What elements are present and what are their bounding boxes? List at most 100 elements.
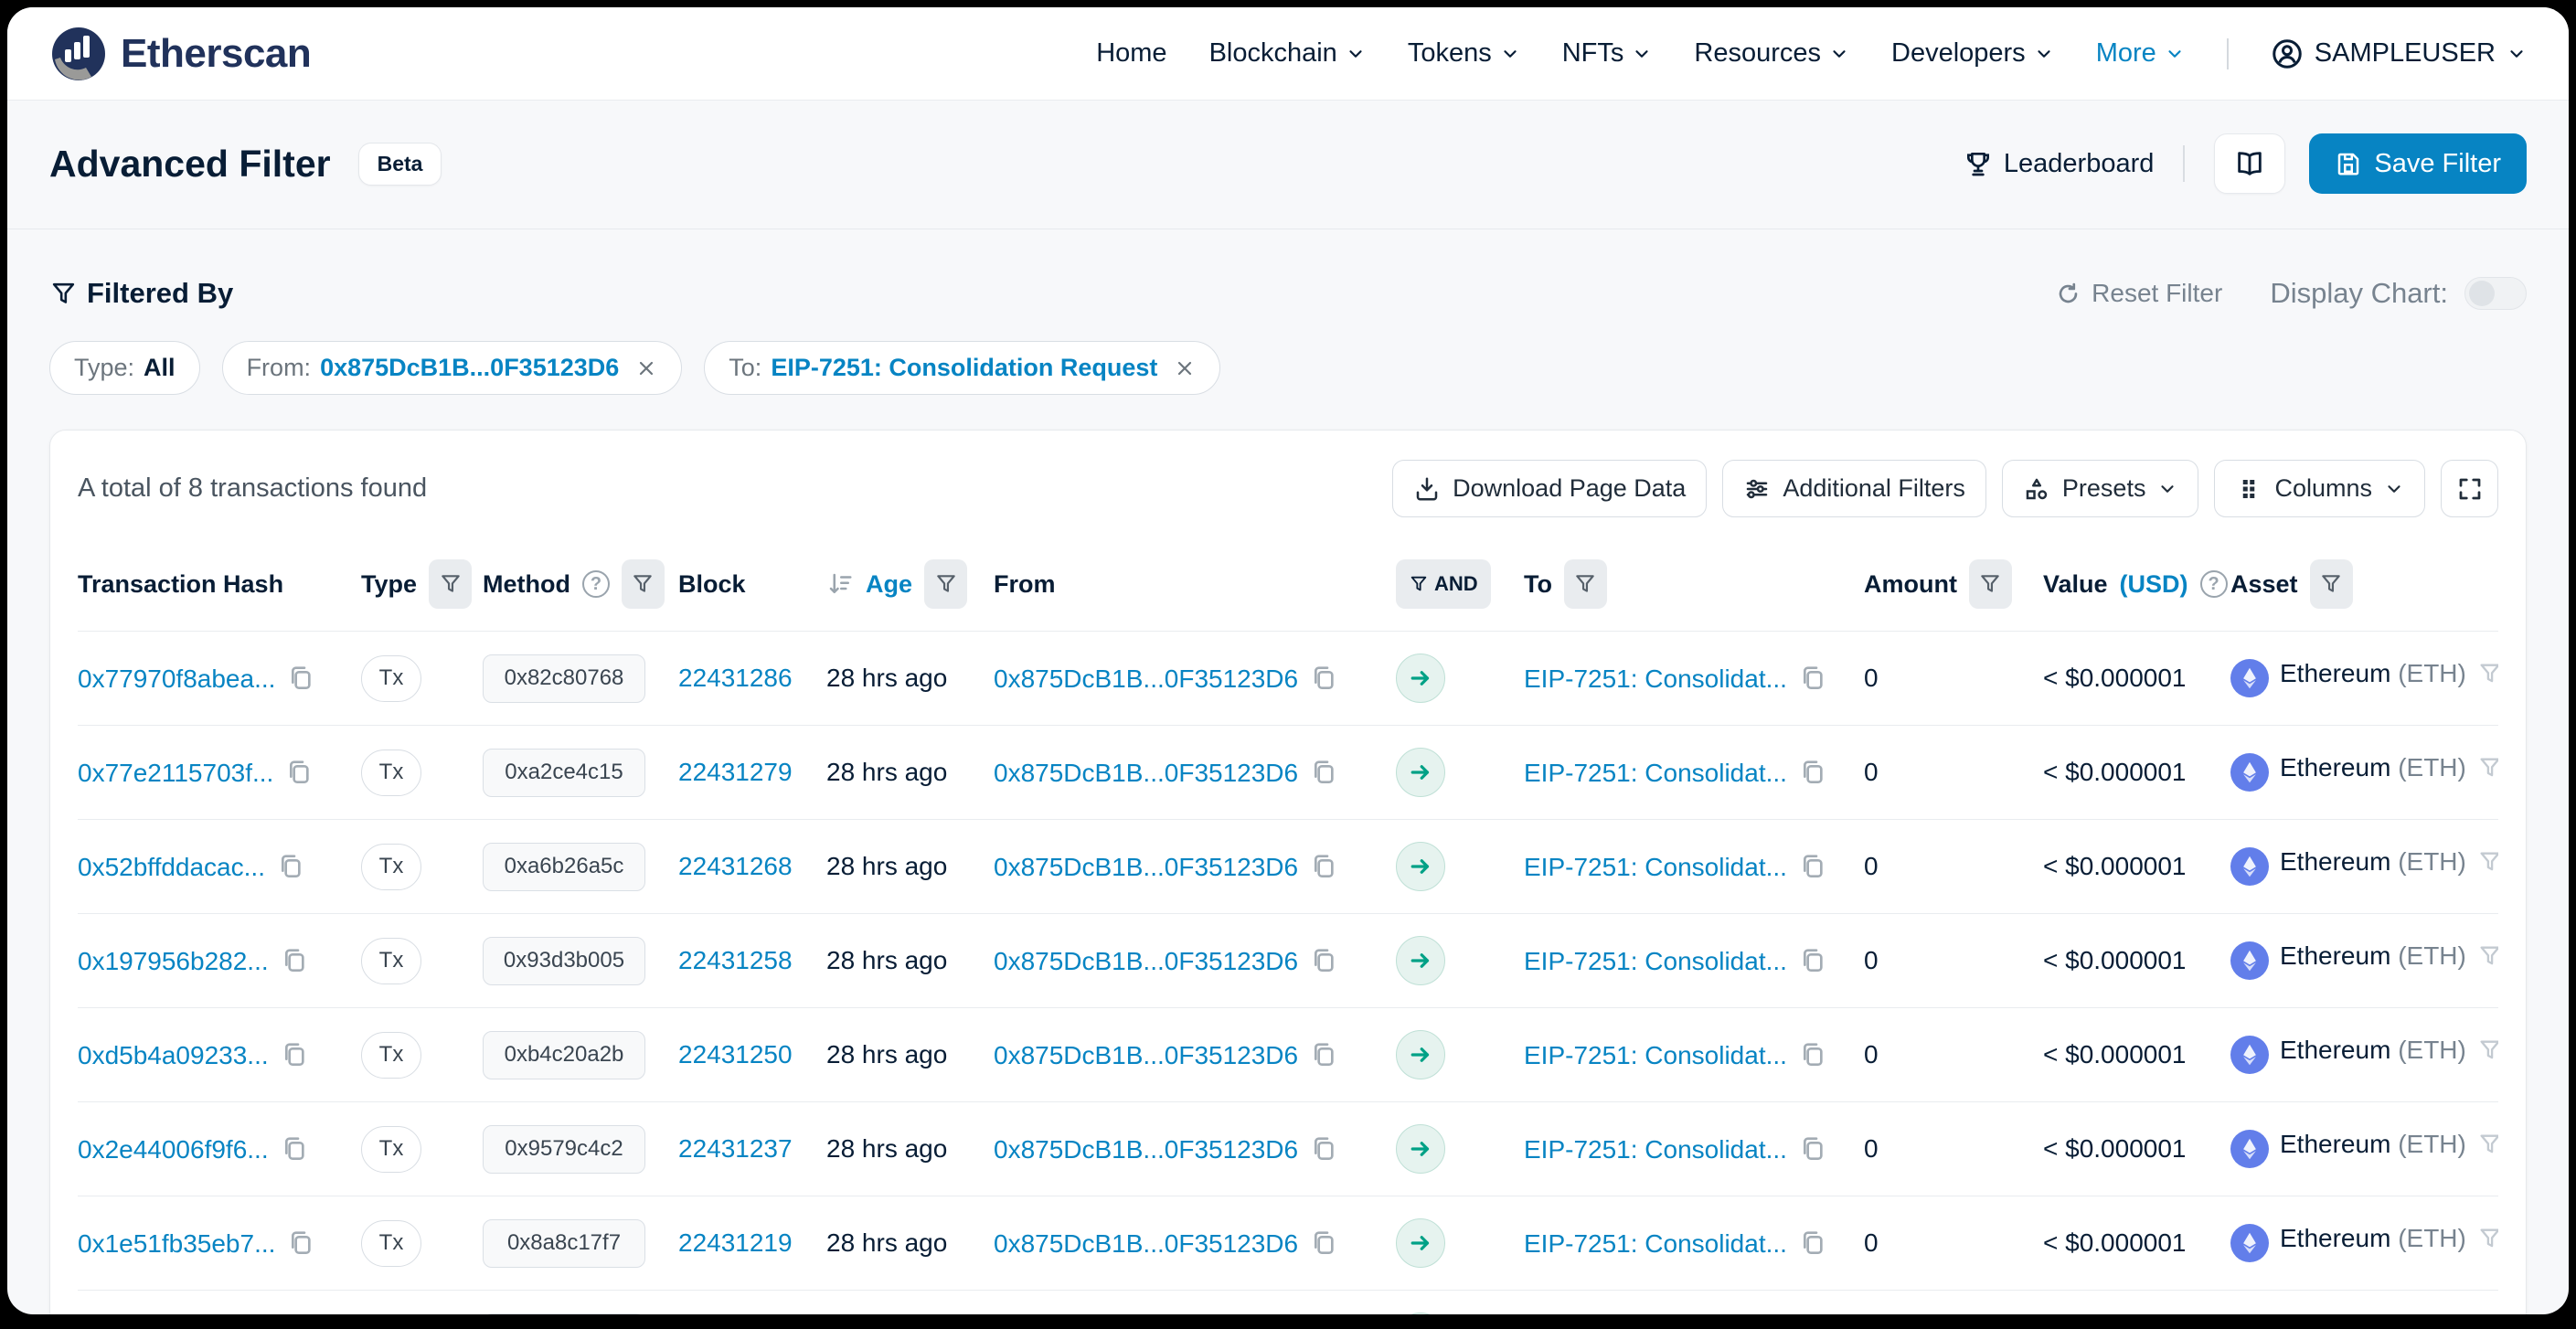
from-address-link[interactable]: 0x875DcB1B...0F35123D6 xyxy=(994,947,1298,975)
remove-from-filter-button[interactable] xyxy=(635,357,657,379)
copy-from-button[interactable] xyxy=(1309,852,1338,881)
copy-hash-button[interactable] xyxy=(286,1228,315,1258)
asset-row-filter-button[interactable] xyxy=(2477,849,2498,875)
amount-filter-button[interactable] xyxy=(1969,559,2012,609)
copy-hash-button[interactable] xyxy=(280,1134,309,1164)
to-address-link[interactable]: EIP-7251: Consolidat... xyxy=(1524,853,1787,881)
filtered-by-label: Filtered By xyxy=(49,277,233,310)
user-menu[interactable]: SAMPLEUSER xyxy=(2271,37,2527,70)
copy-to-button[interactable] xyxy=(1798,1228,1827,1258)
table-row: 0x77e2115703f... Tx 0xa2ce4c15 22431279 … xyxy=(78,726,2498,820)
copy-from-button[interactable] xyxy=(1309,664,1338,693)
value-text: < $0.000001 xyxy=(2043,664,2187,692)
copy-hash-button[interactable] xyxy=(280,946,309,975)
to-address-link[interactable]: EIP-7251: Consolidat... xyxy=(1524,1229,1787,1258)
chip-type[interactable]: Type:All xyxy=(49,341,200,395)
to-address-link[interactable]: EIP-7251: Consolidat... xyxy=(1524,664,1787,693)
and-filter-button[interactable]: AND xyxy=(1396,559,1491,609)
asset-row-filter-button[interactable] xyxy=(2477,755,2498,781)
chip-to[interactable]: To:EIP-7251: Consolidation Request xyxy=(704,341,1220,395)
columns-button[interactable]: Columns xyxy=(2214,460,2425,517)
nav-item-resources[interactable]: Resources xyxy=(1694,38,1849,69)
save-filter-button[interactable]: Save Filter xyxy=(2309,133,2527,194)
asset-row-filter-button[interactable] xyxy=(2477,1037,2498,1063)
tx-hash-link[interactable]: 0x77970f8abea... xyxy=(78,664,275,693)
copy-from-button[interactable] xyxy=(1309,1134,1338,1164)
remove-to-filter-button[interactable] xyxy=(1174,357,1196,379)
block-link[interactable]: 22431258 xyxy=(678,946,793,974)
copy-from-button[interactable] xyxy=(1309,1228,1338,1258)
copy-icon xyxy=(1798,758,1827,787)
copy-from-button[interactable] xyxy=(1309,946,1338,975)
age-filter-button[interactable] xyxy=(924,559,967,609)
tx-hash-link[interactable]: 0x52bffddacac... xyxy=(78,853,265,881)
asset-row-filter-button[interactable] xyxy=(2477,1132,2498,1157)
tx-hash-link[interactable]: 0xd5b4a09233... xyxy=(78,1041,269,1069)
copy-icon xyxy=(1798,1040,1827,1069)
block-link[interactable]: 22431286 xyxy=(678,664,793,692)
from-address-link[interactable]: 0x875DcB1B...0F35123D6 xyxy=(994,853,1298,881)
tx-hash-link[interactable]: 0x1e51fb35eb7... xyxy=(78,1229,275,1258)
col-value-usd[interactable]: (USD) xyxy=(2120,570,2188,599)
from-address-link[interactable]: 0x875DcB1B...0F35123D6 xyxy=(994,1135,1298,1164)
to-address-link[interactable]: EIP-7251: Consolidat... xyxy=(1524,1041,1787,1069)
copy-to-button[interactable] xyxy=(1798,664,1827,693)
block-link[interactable]: 22431279 xyxy=(678,758,793,786)
nav-item-developers[interactable]: Developers xyxy=(1891,38,2054,69)
to-address-link[interactable]: EIP-7251: Consolidat... xyxy=(1524,1135,1787,1164)
copy-hash-button[interactable] xyxy=(286,664,315,693)
col-age[interactable]: Age xyxy=(866,570,912,599)
copy-to-button[interactable] xyxy=(1798,852,1827,881)
download-page-data-button[interactable]: Download Page Data xyxy=(1392,460,1707,517)
to-address-link[interactable]: EIP-7251: Consolidat... xyxy=(1524,947,1787,975)
copy-from-button[interactable] xyxy=(1309,1040,1338,1069)
from-address-link[interactable]: 0x875DcB1B...0F35123D6 xyxy=(994,1041,1298,1069)
block-link[interactable]: 22431219 xyxy=(678,1228,793,1257)
copy-hash-button[interactable] xyxy=(276,852,305,881)
copy-hash-button[interactable] xyxy=(284,758,314,787)
nav-item-blockchain[interactable]: Blockchain xyxy=(1209,38,1366,69)
method-badge: 0x8a8c17f7 xyxy=(483,1219,645,1268)
from-address-link[interactable]: 0x875DcB1B...0F35123D6 xyxy=(994,664,1298,693)
copy-from-button[interactable] xyxy=(1309,758,1338,787)
asset-row-filter-button[interactable] xyxy=(2477,943,2498,969)
asset-row-filter-button[interactable] xyxy=(2477,661,2498,686)
nav-item-home[interactable]: Home xyxy=(1096,38,1166,69)
asset-row-filter-button[interactable] xyxy=(2477,1226,2498,1251)
copy-icon xyxy=(284,758,314,787)
leaderboard-link[interactable]: Leaderboard xyxy=(1964,149,2154,179)
copy-icon xyxy=(1798,946,1827,975)
display-chart-toggle[interactable] xyxy=(2464,277,2527,310)
block-link[interactable]: 22431237 xyxy=(678,1134,793,1163)
from-address-link[interactable]: 0x875DcB1B...0F35123D6 xyxy=(994,1229,1298,1258)
fullscreen-button[interactable] xyxy=(2441,460,2498,517)
method-help-icon[interactable]: ? xyxy=(582,570,610,598)
asset-filter-button[interactable] xyxy=(2310,559,2353,609)
copy-to-button[interactable] xyxy=(1798,946,1827,975)
etherscan-logo[interactable]: Etherscan xyxy=(49,25,311,83)
method-filter-button[interactable] xyxy=(622,559,665,609)
tx-hash-link[interactable]: 0x2e44006f9f6... xyxy=(78,1135,269,1164)
nav-item-nfts[interactable]: NFTs xyxy=(1562,38,1653,69)
to-address-link[interactable]: EIP-7251: Consolidat... xyxy=(1524,759,1787,787)
nav-item-more[interactable]: More xyxy=(2096,38,2185,69)
additional-filters-button[interactable]: Additional Filters xyxy=(1722,460,1986,517)
block-link[interactable]: 22431250 xyxy=(678,1040,793,1069)
type-filter-button[interactable] xyxy=(429,559,472,609)
value-help-icon[interactable]: ? xyxy=(2200,570,2228,598)
from-address-link[interactable]: 0x875DcB1B...0F35123D6 xyxy=(994,759,1298,787)
copy-hash-button[interactable] xyxy=(280,1040,309,1069)
copy-to-button[interactable] xyxy=(1798,1134,1827,1164)
chip-from[interactable]: From:0x875DcB1B...0F35123D6 xyxy=(222,341,683,395)
copy-to-button[interactable] xyxy=(1798,1040,1827,1069)
to-filter-button[interactable] xyxy=(1564,559,1607,609)
tx-hash-link[interactable]: 0x197956b282... xyxy=(78,947,269,975)
presets-button[interactable]: Presets xyxy=(2002,460,2199,517)
block-link[interactable]: 22431268 xyxy=(678,852,793,880)
docs-button[interactable] xyxy=(2214,133,2285,194)
copy-to-button[interactable] xyxy=(1798,758,1827,787)
nav-item-tokens[interactable]: Tokens xyxy=(1408,38,1520,69)
reset-filter-button[interactable]: Reset Filter xyxy=(2055,279,2222,308)
tx-hash-link[interactable]: 0x77e2115703f... xyxy=(78,759,273,787)
sort-descending-icon[interactable] xyxy=(826,570,854,598)
